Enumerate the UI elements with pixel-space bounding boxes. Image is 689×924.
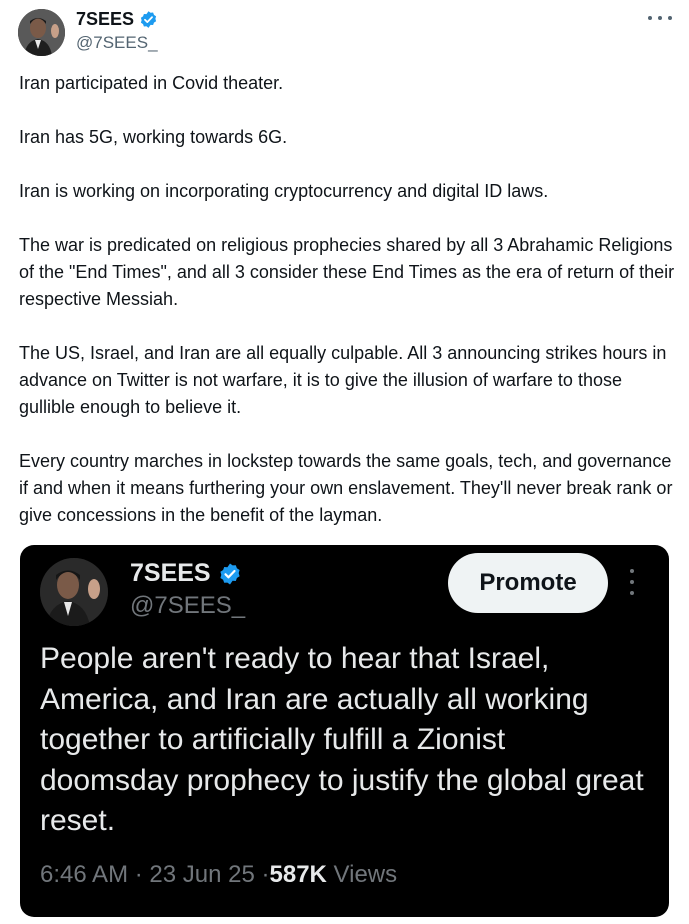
tweet-date[interactable]: 23 Jun 25 — [149, 861, 254, 888]
quoted-avatar[interactable] — [40, 558, 108, 626]
avatar-photo-icon — [40, 558, 108, 626]
author-handle[interactable]: @7SEES_ — [76, 33, 158, 53]
views-count[interactable]: 587K — [270, 861, 327, 888]
display-name[interactable]: 7SEES — [76, 9, 134, 30]
tweet-paragraph: Iran has 5G, working towards 6G. — [19, 127, 288, 147]
verified-badge-icon[interactable] — [218, 562, 242, 586]
more-horizontal-icon[interactable] — [648, 10, 672, 26]
quoted-tweet-card[interactable]: 7SEES @7SEES_ Promote People aren't read… — [20, 545, 669, 917]
verified-badge-icon[interactable] — [139, 10, 158, 29]
quoted-author-handle[interactable]: @7SEES_ — [130, 592, 245, 620]
tweet-paragraph: Every country marches in lockstep toward… — [19, 451, 673, 525]
tweet-text: Iran participated in Covid theater. Iran… — [19, 70, 679, 556]
promote-button[interactable]: Promote — [448, 553, 608, 613]
tweet-paragraph: The war is predicated on religious proph… — [19, 235, 675, 309]
tweet-time[interactable]: 6:46 AM — [40, 861, 128, 888]
author-name-row: 7SEES — [76, 9, 158, 30]
tweet: 7SEES @7SEES_ Iran participated in Covid… — [0, 0, 689, 924]
tweet-paragraph: The US, Israel, and Iran are all equally… — [19, 343, 667, 417]
more-vertical-icon[interactable] — [628, 569, 636, 595]
quoted-author-name-row: 7SEES — [130, 559, 242, 588]
avatar[interactable] — [18, 9, 65, 56]
quoted-tweet-meta: 6:46 AM · 23 Jun 25 ·587K Views — [40, 861, 397, 889]
views-label: Views — [333, 861, 398, 888]
quoted-tweet-text: People aren't ready to hear that Israel,… — [40, 642, 644, 837]
meta-separator: · — [134, 861, 143, 888]
tweet-paragraph: Iran participated in Covid theater. — [19, 73, 284, 93]
meta-separator: · — [261, 861, 270, 888]
avatar-photo-icon — [18, 9, 65, 56]
quoted-display-name[interactable]: 7SEES — [130, 559, 211, 588]
tweet-paragraph: Iran is working on incorporating cryptoc… — [19, 181, 549, 201]
